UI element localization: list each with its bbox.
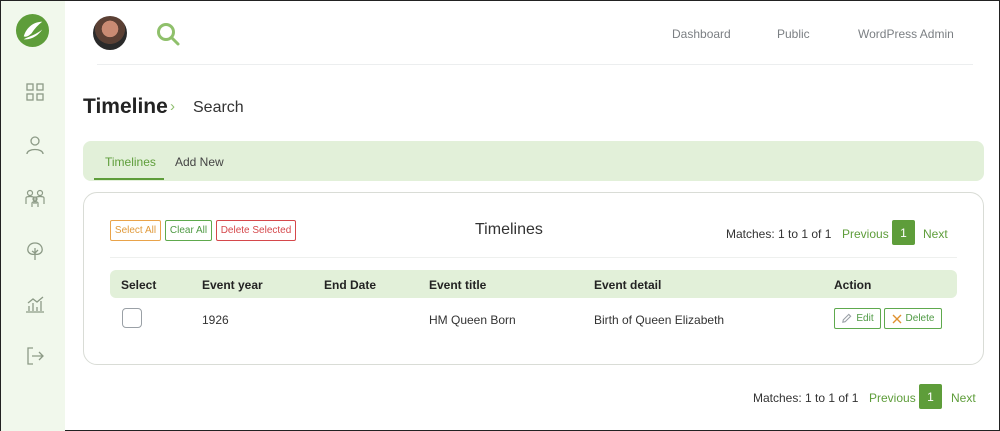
pencil-icon	[842, 313, 852, 323]
user-icon[interactable]	[23, 133, 47, 157]
chevron-right-icon: ›	[170, 98, 175, 115]
card-divider	[110, 257, 957, 258]
tab-add-new[interactable]: Add New	[175, 155, 224, 169]
breadcrumb: Search	[193, 99, 244, 116]
nav-public-link[interactable]: Public	[777, 27, 810, 41]
close-icon	[892, 314, 902, 323]
row-select-checkbox[interactable]	[122, 308, 142, 328]
delete-selected-button[interactable]: Delete Selected	[216, 220, 296, 241]
column-header-select: Select	[121, 278, 157, 292]
nav-wordpress-admin-link[interactable]: WordPress Admin	[858, 27, 954, 41]
delete-button[interactable]: Delete	[884, 308, 942, 329]
search-icon[interactable]	[155, 21, 181, 47]
edit-button[interactable]: Edit	[834, 308, 881, 329]
sidebar	[1, 1, 65, 431]
bottom-matches-count: Matches: 1 to 1 of 1	[753, 391, 859, 405]
page-title: Timeline	[83, 95, 168, 118]
cell-event-detail: Birth of Queen Elizabeth	[594, 313, 725, 327]
delete-button-label: Delete	[905, 313, 935, 324]
leaf-logo-icon[interactable]	[15, 13, 50, 48]
bottom-pagination-previous[interactable]: Previous	[869, 391, 916, 405]
card-title: Timelines	[475, 221, 543, 238]
edit-button-label: Edit	[856, 313, 874, 324]
column-header-event-year: Event year	[202, 278, 263, 292]
cell-event-year: 1926	[202, 313, 229, 327]
bottom-pagination-next[interactable]: Next	[951, 391, 976, 405]
tab-timelines[interactable]: Timelines	[105, 155, 156, 169]
column-header-event-title: Event title	[429, 278, 487, 292]
cell-event-title: HM Queen Born	[429, 313, 516, 327]
select-all-button[interactable]: Select All	[110, 220, 161, 241]
clear-all-button[interactable]: Clear All	[165, 220, 212, 241]
pagination-previous[interactable]: Previous	[842, 227, 889, 241]
header-divider	[97, 64, 973, 65]
avatar[interactable]	[93, 16, 127, 50]
matches-count: Matches: 1 to 1 of 1	[726, 227, 832, 241]
active-tab-indicator	[94, 178, 164, 180]
pagination-current-page[interactable]: 1	[892, 220, 915, 245]
pagination-next[interactable]: Next	[923, 227, 948, 241]
users-group-icon[interactable]	[23, 186, 47, 210]
dashboard-grid-icon[interactable]	[23, 80, 47, 104]
tree-icon[interactable]	[23, 239, 47, 263]
nav-dashboard-link[interactable]: Dashboard	[672, 27, 731, 41]
column-header-action: Action	[834, 278, 872, 292]
column-header-event-detail: Event detail	[594, 278, 662, 292]
chart-icon[interactable]	[23, 292, 47, 316]
logout-icon[interactable]	[23, 344, 47, 368]
column-header-end-date: End Date	[324, 278, 377, 292]
bottom-pagination-current-page[interactable]: 1	[919, 384, 942, 409]
